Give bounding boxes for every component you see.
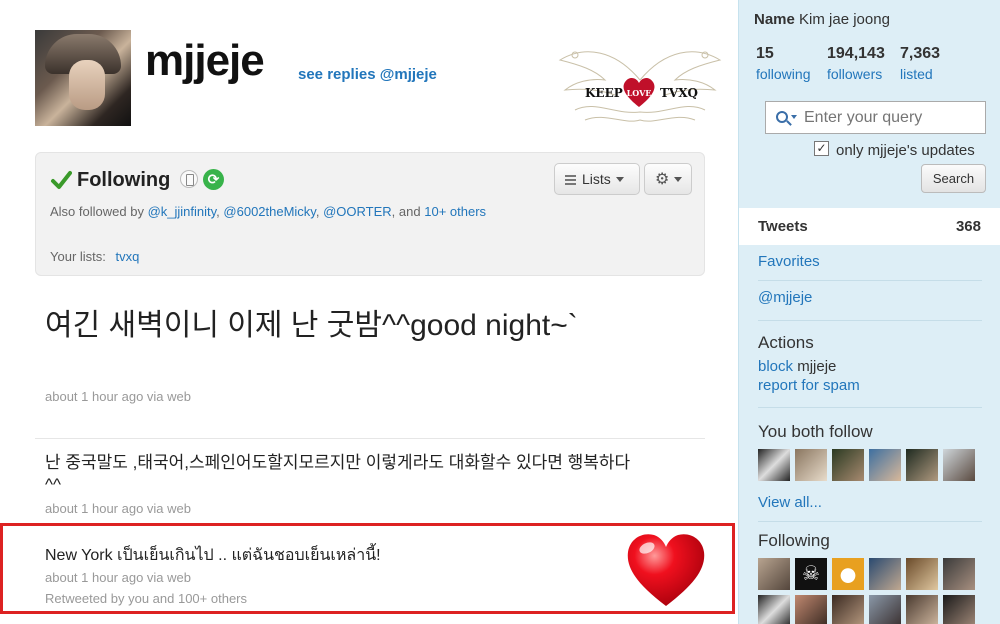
avatar[interactable]: [943, 558, 975, 590]
lists-button[interactable]: Lists: [554, 163, 640, 195]
avatar[interactable]: [832, 449, 864, 481]
stat-number: 15: [756, 45, 774, 62]
also-followed-user[interactable]: @OORTER: [323, 204, 392, 219]
lists-button-label: Lists: [582, 171, 611, 187]
tweets-count-row[interactable]: Tweets 368: [739, 208, 1000, 245]
tweets-label: Tweets: [758, 218, 808, 235]
chevron-down-icon: [791, 115, 797, 119]
actions-heading: Actions: [758, 333, 814, 352]
following-box: Following ⟳ Lists ⚙ Also followed by @k_…: [35, 152, 705, 276]
stat-following[interactable]: 15 following: [756, 45, 810, 82]
check-icon: [51, 171, 72, 189]
banner-tvxq: TVXQ: [660, 86, 699, 100]
tweet-meta[interactable]: about 1 hour ago via web: [45, 501, 191, 516]
tweet-text: 난 중국말도 ,태국어,스페인어도할지모르지만 이렇게라도 대화할수 있다면 행…: [45, 453, 631, 494]
view-all-link[interactable]: View all...: [758, 494, 822, 511]
following-avatars: ☠: [758, 558, 975, 590]
tweet-text: New York เป็นเย็นเกินไป .. แต่ฉันชอบเย็น…: [45, 547, 381, 564]
sidebar-divider: [758, 407, 982, 408]
avatar[interactable]: [869, 449, 901, 481]
see-replies-link[interactable]: see replies @mjjeje: [298, 66, 437, 83]
block-user: mjjeje: [797, 358, 837, 375]
heart-icon: [627, 534, 705, 606]
sidebar-divider: [758, 280, 982, 281]
avatar[interactable]: [906, 449, 938, 481]
following-status[interactable]: Following: [77, 169, 170, 192]
stat-listed[interactable]: 7,363 listed: [900, 45, 940, 82]
chevron-down-icon: [615, 177, 624, 182]
avatar[interactable]: [795, 449, 827, 481]
search-button[interactable]: Search: [921, 164, 986, 193]
avatar[interactable]: [758, 558, 790, 590]
tweets-count: 368: [955, 218, 981, 235]
avatar[interactable]: [758, 449, 790, 481]
stat-followers[interactable]: 194,143 followers: [827, 45, 885, 82]
name-value: Kim jae joong: [799, 11, 890, 28]
stat-label: listed: [900, 66, 933, 82]
avatar[interactable]: [758, 595, 790, 624]
also-followed-by: Also followed by @k_jjinfinity, @6002the…: [50, 204, 487, 219]
retweets-toggle-icon[interactable]: ⟳: [203, 169, 224, 190]
only-updates-label: only mjjeje's updates: [836, 142, 975, 159]
tweet-meta[interactable]: about 1 hour ago via web: [45, 570, 191, 585]
sidebar: Name Kim jae joong 15 following 194,143 …: [738, 0, 1000, 624]
banner-love: LOVE: [626, 88, 652, 98]
keep-love-tvxq-banner: KEEP LOVE TVXQ: [555, 40, 725, 130]
avatar[interactable]: [795, 595, 827, 624]
tweet-divider: [35, 438, 705, 439]
avatar[interactable]: [943, 449, 975, 481]
search-input[interactable]: [765, 101, 986, 134]
also-followed-and: and: [398, 204, 421, 219]
avatar[interactable]: ☠: [795, 558, 827, 590]
both-follow-heading: You both follow: [758, 422, 873, 441]
only-updates-checkbox[interactable]: ✓: [814, 141, 829, 156]
both-follow-avatars: [758, 449, 975, 481]
list-icon: [565, 175, 576, 185]
your-lists-label: Your lists:: [50, 249, 106, 264]
list-link-tvxq[interactable]: tvxq: [116, 249, 140, 264]
avatar[interactable]: [906, 558, 938, 590]
main-content: mjjeje see replies @mjjeje KEEP LOVE TVX…: [0, 0, 738, 624]
also-followed-user[interactable]: @6002theMicky: [223, 204, 315, 219]
avatar[interactable]: [943, 595, 975, 624]
profile-name: Name Kim jae joong: [754, 11, 890, 28]
stat-label: following: [756, 66, 811, 82]
avatar[interactable]: [832, 558, 864, 590]
also-followed-user[interactable]: @k_jjinfinity: [148, 204, 217, 219]
search-icon: [776, 111, 788, 123]
block-link[interactable]: block: [758, 358, 793, 375]
avatar[interactable]: [906, 595, 938, 624]
stat-number: 194,143: [827, 45, 885, 62]
gear-icon: ⚙: [655, 171, 670, 188]
sidebar-divider: [758, 521, 982, 522]
also-followed-more-link[interactable]: 10+ others: [424, 204, 486, 219]
report-spam-link[interactable]: report for spam: [758, 377, 860, 394]
profile-avatar[interactable]: [35, 30, 131, 126]
chevron-down-icon: [674, 177, 683, 182]
following-avatars: [758, 595, 975, 624]
sidebar-divider: [758, 320, 982, 321]
tweet-meta[interactable]: about 1 hour ago via web: [45, 389, 191, 404]
avatar[interactable]: [832, 595, 864, 624]
avatar[interactable]: [869, 558, 901, 590]
actions-gear-button[interactable]: ⚙: [644, 163, 692, 195]
name-label: Name: [754, 11, 795, 28]
also-followed-prefix: Also followed by: [50, 204, 144, 219]
banner-keep: KEEP: [585, 86, 623, 100]
stat-label: followers: [827, 66, 883, 82]
stat-number: 7,363: [900, 45, 941, 62]
tweet-text: 여긴 새벽이니 이제 난 굿밤^^good night~`: [45, 309, 578, 342]
profile-screen-name: mjjeje: [145, 36, 265, 85]
favorites-link[interactable]: Favorites: [758, 253, 820, 270]
mention-link[interactable]: @mjjeje: [758, 289, 812, 306]
your-lists: Your lists: tvxq: [50, 249, 139, 264]
retweeted-by[interactable]: Retweeted by you and 100+ others: [45, 591, 247, 606]
following-heading: Following: [758, 531, 830, 550]
block-line: block mjjeje: [758, 358, 836, 375]
avatar[interactable]: [869, 595, 901, 624]
device-updates-icon[interactable]: [180, 170, 198, 188]
